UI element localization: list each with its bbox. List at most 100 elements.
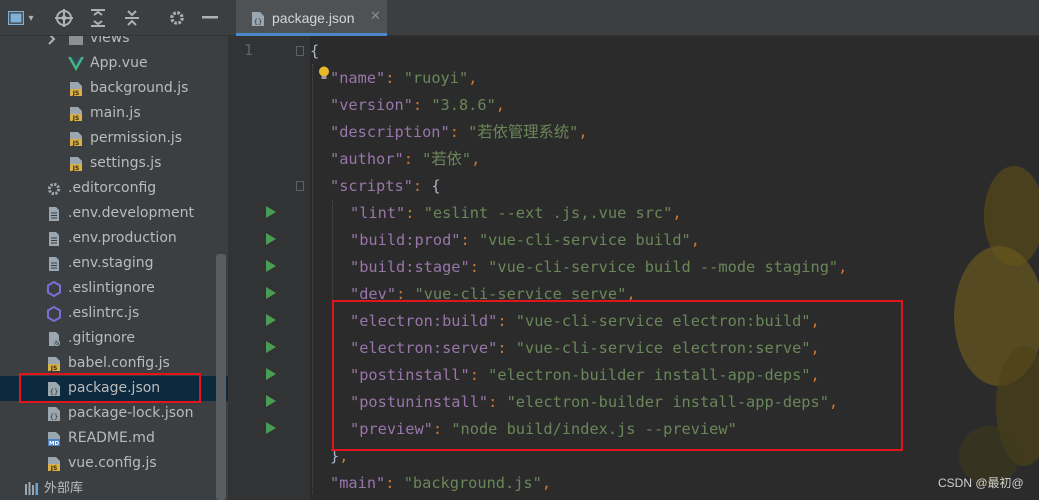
hide-icon[interactable] xyxy=(200,8,220,28)
markdown-file-icon: MD xyxy=(46,431,62,447)
code-line[interactable]: "author": "若依", xyxy=(330,149,480,169)
text-file-icon xyxy=(46,206,62,222)
ignore-file-icon xyxy=(46,331,62,347)
watermark: CSDN @最初@ xyxy=(938,476,1024,490)
tree-item-label: README.md xyxy=(68,430,155,446)
lightbulb-icon[interactable] xyxy=(318,65,330,79)
run-script-icon[interactable] xyxy=(266,206,276,218)
punctuation: , xyxy=(690,231,700,249)
project-panel: ▾ views App.vue JS background.js JS main.js JS… xyxy=(0,0,228,500)
js-file-icon: JS xyxy=(46,456,62,472)
tree-item-main-js[interactable]: JS main.js xyxy=(0,101,228,126)
tree-item-label: .env.development xyxy=(68,205,194,221)
run-script-icon[interactable] xyxy=(266,287,276,299)
json-string: "ruoyi" xyxy=(403,69,469,87)
tree-item-external-libraries[interactable]: 外部库 xyxy=(0,476,228,500)
run-script-icon[interactable] xyxy=(266,422,276,434)
tree-item-label: package-lock.json xyxy=(68,405,194,421)
tree-item-eslintrc-js[interactable]: .eslintrc.js xyxy=(0,301,228,326)
close-tab-icon[interactable]: ✕ xyxy=(370,9,381,24)
fold-icon[interactable] xyxy=(296,181,304,191)
json-key: "build:stage" xyxy=(350,258,470,276)
tree-item-vue-config-js[interactable]: JS vue.config.js xyxy=(0,451,228,476)
tree-item-permission-js[interactable]: JS permission.js xyxy=(0,126,228,151)
js-file-icon: JS xyxy=(68,81,84,97)
fold-icon[interactable] xyxy=(296,46,304,56)
code-line[interactable]: "description": "若依管理系统", xyxy=(330,122,588,142)
vue-file-icon xyxy=(68,56,84,72)
tab-package-json[interactable]: {} package.json ✕ xyxy=(236,0,387,36)
tree-item-label: babel.config.js xyxy=(68,355,170,371)
eslint-icon xyxy=(46,305,62,323)
json-key: "build:prod" xyxy=(350,231,461,249)
collapse-all-icon[interactable] xyxy=(122,8,142,28)
expand-all-icon[interactable] xyxy=(88,8,108,28)
json-string: "若依" xyxy=(422,150,472,168)
punctuation: , xyxy=(838,258,848,276)
text-file-icon xyxy=(46,231,62,247)
locate-icon[interactable] xyxy=(54,8,74,28)
run-script-icon[interactable] xyxy=(266,314,276,326)
punctuation: { xyxy=(310,42,320,60)
tree-scrollbar[interactable] xyxy=(216,254,226,500)
tree-item-label: App.vue xyxy=(90,55,148,71)
code-line[interactable]: { xyxy=(310,41,319,61)
punctuation: , xyxy=(578,123,588,141)
code-line[interactable]: "main": "background.js", xyxy=(330,473,551,493)
svg-text:JS: JS xyxy=(72,115,80,122)
js-file-icon: JS xyxy=(68,106,84,122)
dropdown-icon[interactable]: ▾ xyxy=(24,8,38,28)
tree-item-env-development[interactable]: .env.development xyxy=(0,201,228,226)
json-key: "lint" xyxy=(350,204,406,222)
line-number: 1 xyxy=(244,41,254,59)
code-line[interactable]: "version": "3.8.6", xyxy=(330,95,505,115)
tree-item-gitignore[interactable]: .gitignore xyxy=(0,326,228,351)
tree-item-editorconfig[interactable]: .editorconfig xyxy=(0,176,228,201)
punctuation: : xyxy=(405,204,424,222)
run-script-icon[interactable] xyxy=(266,341,276,353)
svg-text:JS: JS xyxy=(72,165,80,172)
tree-item-label: .eslintignore xyxy=(68,280,155,296)
tree-item-label: 外部库 xyxy=(44,481,84,496)
tree-item-label: .env.staging xyxy=(68,255,154,271)
tree-item-eslintignore[interactable]: .eslintignore xyxy=(0,276,228,301)
editor-tab-bar: {} package.json ✕ xyxy=(228,0,1039,36)
punctuation: : xyxy=(412,96,432,114)
json-string: "eslint --ext .js,.vue src" xyxy=(423,204,673,222)
code-line[interactable]: "name": "ruoyi", xyxy=(330,68,477,88)
punctuation: : xyxy=(412,177,432,195)
tree-item-app-vue[interactable]: App.vue xyxy=(0,51,228,76)
tree-item-env-staging[interactable]: .env.staging xyxy=(0,251,228,276)
code-line[interactable]: "build:stage": "vue-cli-service build --… xyxy=(350,257,847,277)
json-string: "background.js" xyxy=(403,474,542,492)
chevron-right-icon[interactable] xyxy=(44,36,60,47)
json-string: "vue-cli-service build --mode staging" xyxy=(488,258,839,276)
tree-item-package-lock-json[interactable]: {} package-lock.json xyxy=(0,401,228,426)
json-key: "author" xyxy=(330,150,404,168)
json-string: "3.8.6" xyxy=(431,96,496,114)
punctuation: : xyxy=(460,231,479,249)
punctuation: : xyxy=(385,69,404,87)
run-script-icon[interactable] xyxy=(266,395,276,407)
tree-item-env-production[interactable]: .env.production xyxy=(0,226,228,251)
punctuation: : xyxy=(469,258,489,276)
run-script-icon[interactable] xyxy=(266,233,276,245)
project-view-icon[interactable] xyxy=(6,8,26,28)
code-line[interactable]: "scripts": { xyxy=(330,176,441,196)
json-key: "main" xyxy=(330,474,386,492)
run-script-icon[interactable] xyxy=(266,260,276,272)
code-line[interactable]: "lint": "eslint --ext .js,.vue src", xyxy=(350,203,682,223)
run-script-icon[interactable] xyxy=(266,368,276,380)
tree-item-views[interactable]: views xyxy=(0,36,228,51)
code-line[interactable]: "build:prod": "vue-cli-service build", xyxy=(350,230,700,250)
settings-icon[interactable] xyxy=(167,8,187,28)
tree-item-readme-md[interactable]: MD README.md xyxy=(0,426,228,451)
tree-item-settings-js[interactable]: JS settings.js xyxy=(0,151,228,176)
js-file-icon: JS xyxy=(68,131,84,147)
tree-item-background-js[interactable]: JS background.js xyxy=(0,76,228,101)
tree-item-label: permission.js xyxy=(90,130,183,146)
json-file-icon: {} xyxy=(250,11,266,27)
json-key: "description" xyxy=(330,123,450,141)
folder-icon xyxy=(68,36,84,47)
tree-item-label: .env.production xyxy=(68,230,177,246)
